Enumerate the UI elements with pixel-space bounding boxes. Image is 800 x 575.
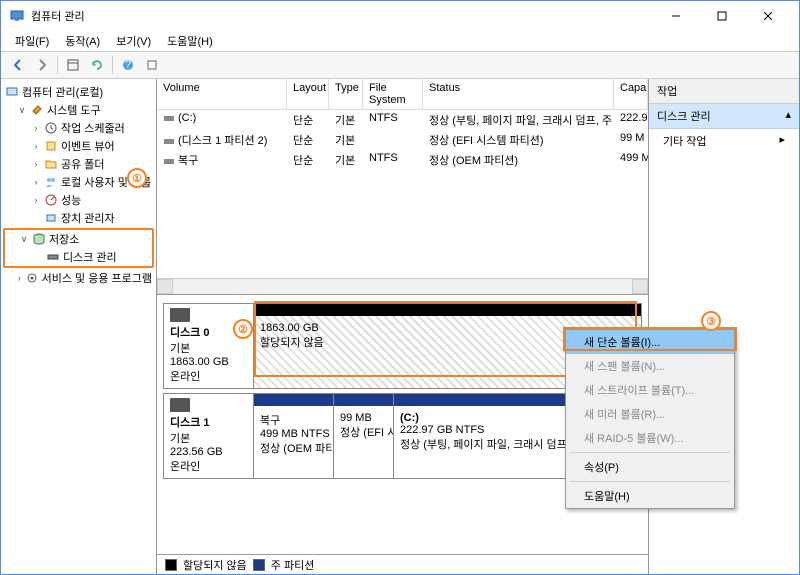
context-menu: 새 단순 볼륨(I)... 새 스팬 볼륨(N)... 새 스트라이프 볼륨(T… <box>565 329 735 509</box>
volume-icon <box>163 135 175 147</box>
device-icon <box>44 211 58 225</box>
scrollbar-horizontal[interactable] <box>157 278 648 294</box>
settings-button[interactable] <box>141 54 163 76</box>
legend-primary-label: 주 파티션 <box>271 557 315 573</box>
disk-icon <box>170 308 190 322</box>
help-button[interactable]: ? <box>117 54 139 76</box>
close-button[interactable] <box>745 1 791 31</box>
disk-1-efi[interactable]: 99 MB 정상 (EFI 시스템 파티션) <box>334 394 394 478</box>
tree-systools[interactable]: ∨ 시스템 도구 <box>3 101 154 119</box>
expand-icon[interactable]: ∨ <box>19 234 29 245</box>
folder-icon <box>44 157 58 171</box>
menu-file[interactable]: 파일(F) <box>9 31 55 51</box>
expand-icon[interactable]: ∨ <box>17 105 27 116</box>
volume-icon <box>163 155 175 167</box>
menu-view[interactable]: 보기(V) <box>110 31 157 51</box>
menubar: 파일(F) 동작(A) 보기(V) 도움말(H) <box>1 31 799 51</box>
disk-icon <box>46 250 60 264</box>
callout-3: ③ <box>701 311 721 331</box>
tree-root-label: 컴퓨터 관리(로컬) <box>22 84 103 100</box>
actions-more[interactable]: 기타 작업 ▸ <box>649 129 799 153</box>
tree-diskmgmt-label: 디스크 관리 <box>63 249 117 265</box>
volume-list-header: Volume Layout Type File System Status Ca… <box>157 79 648 110</box>
toolbar: ? <box>1 51 799 79</box>
callout-1: ① <box>127 168 147 188</box>
nav-tree: 컴퓨터 관리(로컬) ∨ 시스템 도구 ›작업 스케줄러 ›이벤트 뷰어 ›공유… <box>1 79 157 574</box>
actions-header: 작업 <box>649 79 799 104</box>
users-icon <box>44 175 58 189</box>
scroll-right-button[interactable] <box>632 279 648 294</box>
tree-storage-label: 저장소 <box>49 231 79 247</box>
disk-1-info: 디스크 1 기본 223.56 GB 온라인 <box>164 394 254 478</box>
services-icon <box>25 271 39 285</box>
back-button[interactable] <box>7 54 29 76</box>
volume-row[interactable]: 복구 단순 기본 NTFS 정상 (OEM 파티션) 499 M <box>157 150 648 170</box>
disk-icon <box>170 398 190 412</box>
collapse-icon: ▴ <box>785 108 791 124</box>
col-layout[interactable]: Layout <box>287 79 329 109</box>
perf-icon <box>44 193 58 207</box>
col-capacity[interactable]: Capa <box>614 79 648 109</box>
storage-icon <box>32 232 46 246</box>
disk-0-info: 디스크 0 기본 1863.00 GB 온라인 <box>164 304 254 388</box>
ctx-properties[interactable]: 속성(P) <box>566 455 734 479</box>
tree-services[interactable]: ›서비스 및 응용 프로그램 <box>3 269 154 287</box>
legend: 할당되지 않음 주 파티션 <box>157 554 648 574</box>
legend-unallocated-label: 할당되지 않음 <box>183 557 247 573</box>
app-icon <box>9 8 25 24</box>
ctx-new-span-volume: 새 스팬 볼륨(N)... <box>566 354 734 378</box>
forward-button[interactable] <box>31 54 53 76</box>
disk-1-name: 디스크 1 <box>170 414 247 430</box>
svg-text:?: ? <box>125 59 131 71</box>
volume-row[interactable]: (디스크 1 파티션 2) 단순 기본 정상 (EFI 시스템 파티션) 99 … <box>157 130 648 150</box>
titlebar: 컴퓨터 관리 <box>1 1 799 31</box>
col-type[interactable]: Type <box>329 79 363 109</box>
ctx-new-simple-volume[interactable]: 새 단순 볼륨(I)... <box>566 330 734 354</box>
highlight-storage: ∨ 저장소 디스크 관리 <box>3 228 154 268</box>
ctx-new-raid5-volume: 새 RAID-5 볼륨(W)... <box>566 426 734 450</box>
tree-perf[interactable]: ›성능 <box>3 191 154 209</box>
tree-root[interactable]: 컴퓨터 관리(로컬) <box>3 83 154 101</box>
tree-scheduler[interactable]: ›작업 스케줄러 <box>3 119 154 137</box>
menu-action[interactable]: 동작(A) <box>59 31 106 51</box>
tree-systools-label: 시스템 도구 <box>47 102 101 118</box>
col-status[interactable]: Status <box>423 79 614 109</box>
legend-swatch-unallocated <box>165 559 177 571</box>
col-volume[interactable]: Volume <box>157 79 287 109</box>
tree-devmgr[interactable]: 장치 관리자 <box>3 209 154 227</box>
legend-swatch-primary <box>253 559 265 571</box>
views-button[interactable] <box>62 54 84 76</box>
window-title: 컴퓨터 관리 <box>31 8 653 24</box>
chevron-right-icon: ▸ <box>779 133 785 149</box>
event-icon <box>44 139 58 153</box>
maximize-button[interactable] <box>699 1 745 31</box>
tree-storage[interactable]: ∨ 저장소 <box>5 230 152 248</box>
ctx-help[interactable]: 도움말(H) <box>566 484 734 508</box>
minimize-button[interactable] <box>653 1 699 31</box>
volume-icon <box>163 112 175 124</box>
ctx-new-mirror-volume: 새 미러 볼륨(R)... <box>566 402 734 426</box>
tools-icon <box>30 103 44 117</box>
tree-diskmgmt[interactable]: 디스크 관리 <box>5 248 152 266</box>
refresh-button[interactable] <box>86 54 108 76</box>
callout-2: ② <box>233 319 253 339</box>
col-fs[interactable]: File System <box>363 79 423 109</box>
volume-row[interactable]: (C:) 단순 기본 NTFS 정상 (부팅, 페이지 파일, 크래시 덤프, … <box>157 110 648 130</box>
computer-icon <box>5 85 19 99</box>
volume-list: Volume Layout Type File System Status Ca… <box>157 79 648 295</box>
clock-icon <box>44 121 58 135</box>
disk-1-recovery[interactable]: 복구 499 MB NTFS 정상 (OEM 파티션) <box>254 394 334 478</box>
scroll-left-button[interactable] <box>157 279 173 294</box>
menu-help[interactable]: 도움말(H) <box>161 31 219 51</box>
actions-selected[interactable]: 디스크 관리 ▴ <box>649 104 799 129</box>
ctx-new-stripe-volume: 새 스트라이프 볼륨(T)... <box>566 378 734 402</box>
tree-eventviewer[interactable]: ›이벤트 뷰어 <box>3 137 154 155</box>
